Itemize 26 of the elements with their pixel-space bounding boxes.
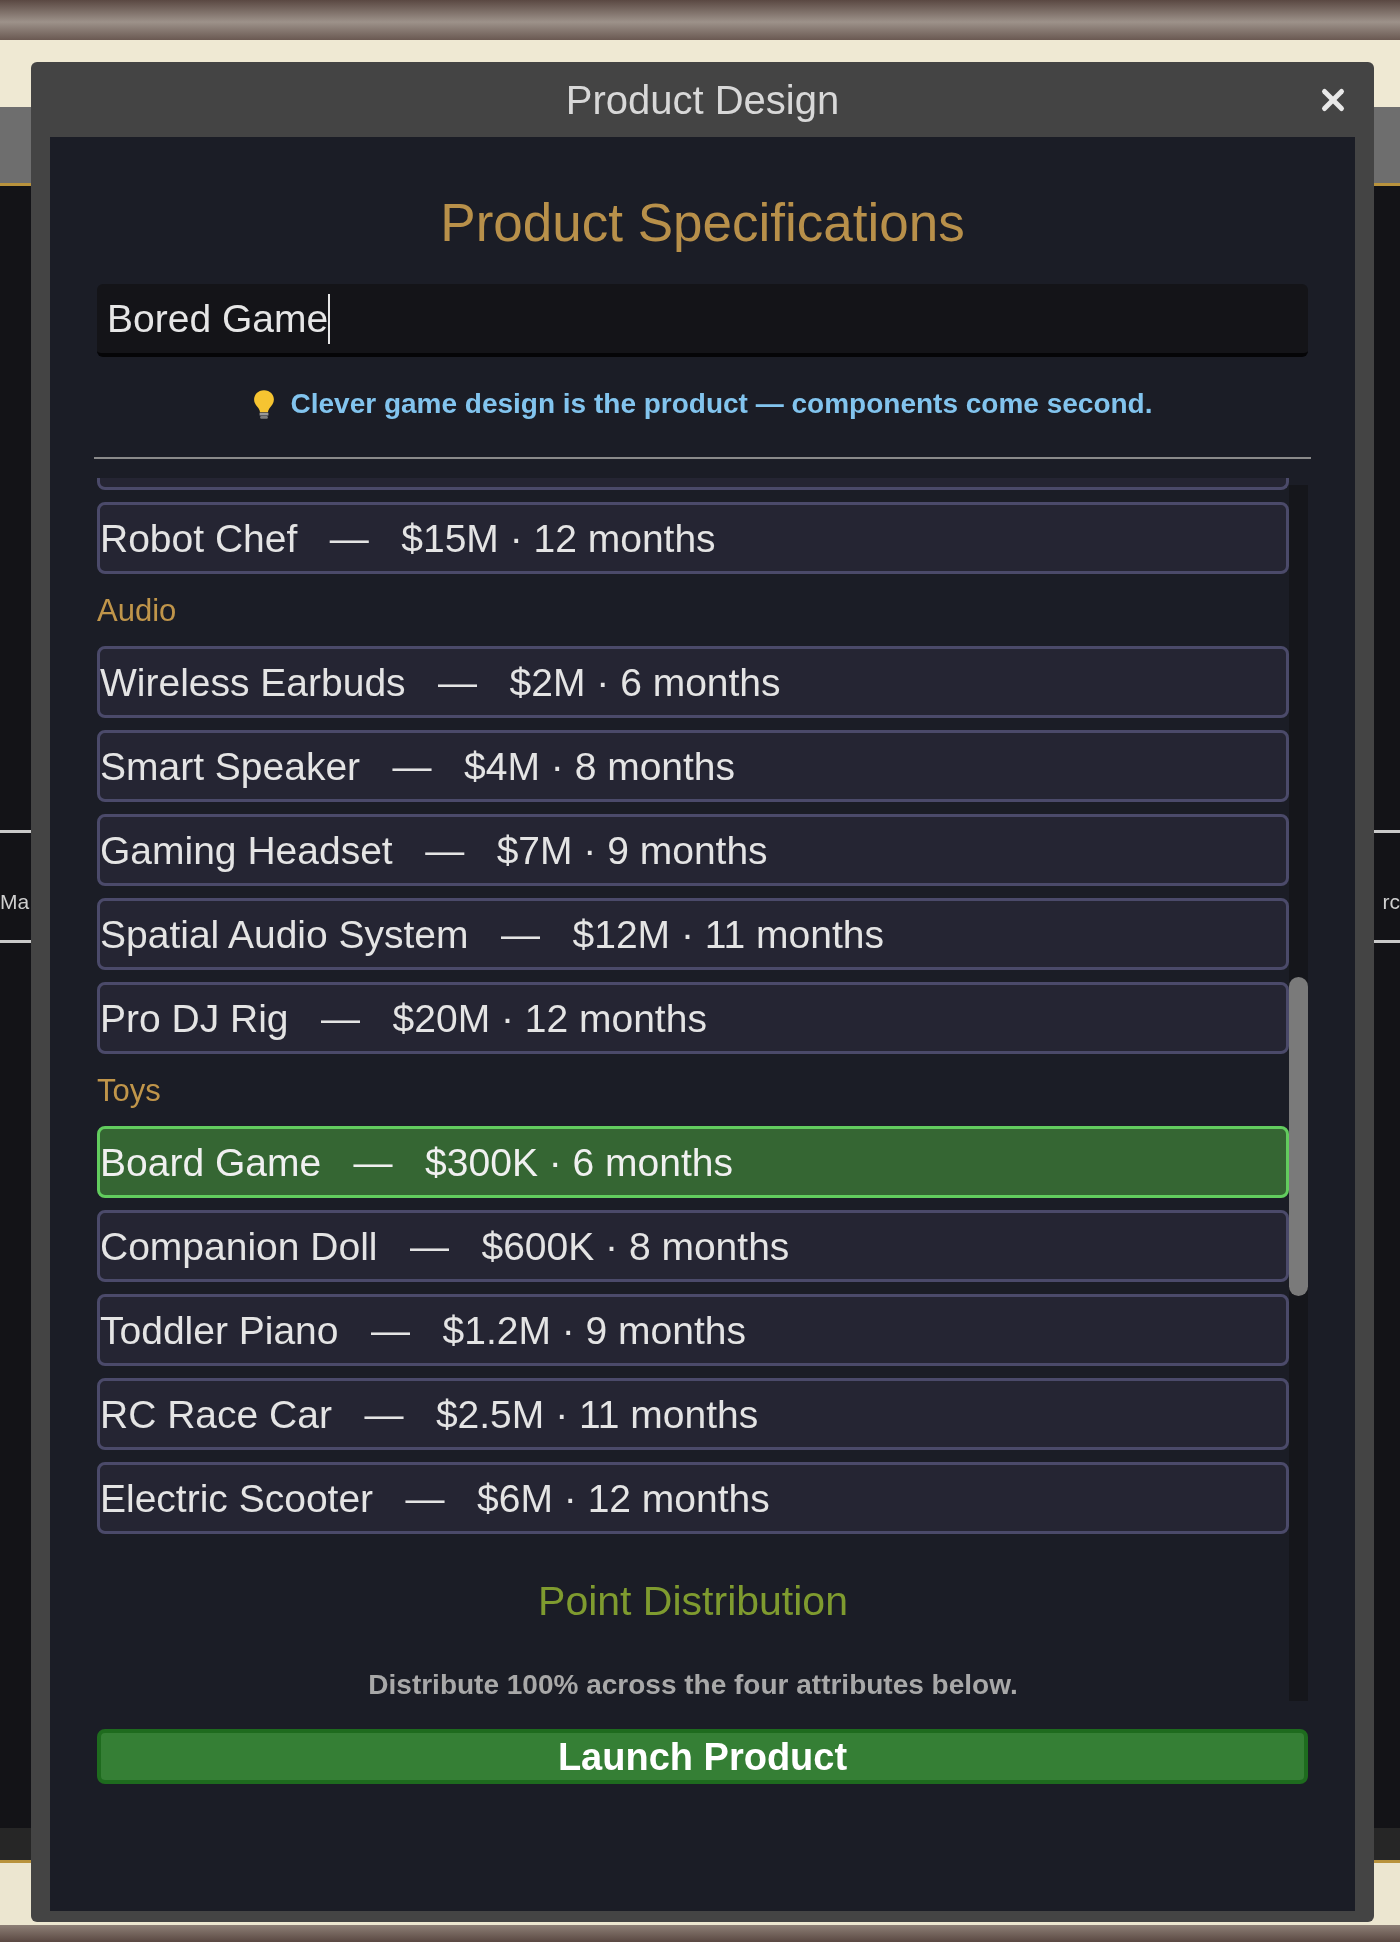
product-option[interactable]: Electric Scooter — $6M · 12 months [97,1462,1289,1534]
scrollbar-thumb[interactable] [1289,977,1308,1296]
product-option[interactable]: RC Race Car — $2.5M · 11 months [97,1378,1289,1450]
product-name-field[interactable]: Bored Game [97,284,1308,357]
product-option[interactable]: Wireless Earbuds — $2M · 6 months [97,646,1289,718]
hint-text: Clever game design is the product — components come second. [290,387,1153,421]
section-heading: Point Distribution [537,1577,849,1626]
form-heading: Product Specifications [439,192,966,254]
backdrop-tab-label: Ma [0,891,30,912]
section-description: Distribute 100% across the four attributes below. [367,1668,1019,1702]
product-option[interactable]: Robot Chef — $15M · 12 months [97,502,1289,574]
dialog-title: Product Design [565,79,840,120]
product-option[interactable]: Toddler Piano — $1.2M · 9 months [97,1294,1289,1366]
product-option[interactable]: Pro DJ Rig — $20M · 12 months [97,982,1289,1054]
scrollbar-track[interactable] [1289,485,1308,1701]
product-option[interactable]: Spatial Audio System — $12M · 11 months [97,898,1289,970]
product-option[interactable]: Companion Doll — $600K · 8 months [97,1210,1289,1282]
product-option[interactable]: Board Game — $300K · 6 months [97,1126,1289,1198]
text-cursor [328,293,331,344]
category-label: Toys [97,1071,162,1110]
lightbulb-icon [252,389,275,419]
product-option[interactable]: Smart Speaker — $4M · 8 months [97,730,1289,802]
launch-button[interactable]: Launch Product [97,1729,1308,1784]
category-label: Audio [97,591,178,630]
product-option[interactable]: Gaming Headset — $7M · 9 months [97,814,1289,886]
backdrop-tab-label: rc [1382,891,1400,912]
